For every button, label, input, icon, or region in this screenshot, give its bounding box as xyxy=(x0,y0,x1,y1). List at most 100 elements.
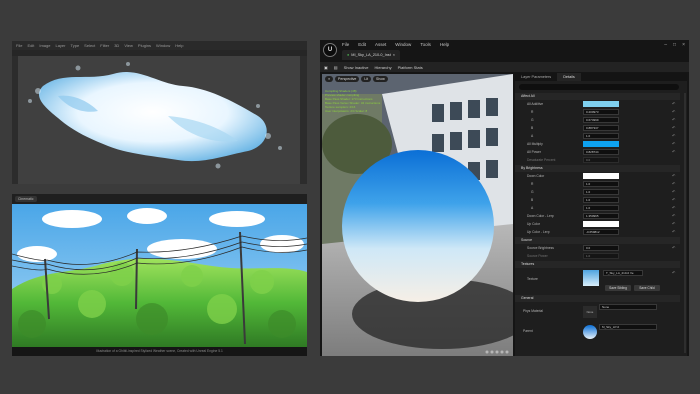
menu-asset[interactable]: Asset xyxy=(375,42,386,47)
category-affect-all[interactable]: Affect All xyxy=(515,93,680,100)
tab-details[interactable]: Details xyxy=(557,73,581,81)
up-color-swatch[interactable] xyxy=(583,221,619,227)
param-label: Source Power xyxy=(527,254,548,258)
reset-icon[interactable]: ↶ xyxy=(672,101,675,106)
value-field[interactable]: 1.0 xyxy=(583,133,619,139)
category-general[interactable]: General xyxy=(515,295,680,302)
menu-item[interactable]: Filter xyxy=(100,43,109,48)
reset-icon[interactable]: ↶ xyxy=(672,205,675,210)
reset-icon[interactable]: ↶ xyxy=(672,270,675,275)
menu-item[interactable]: Window xyxy=(156,43,170,48)
title-bar: U File Edit Asset Window Tools Help ● MI… xyxy=(320,40,689,62)
save-icon[interactable]: ▣ xyxy=(324,65,328,70)
browse-icon[interactable]: ▤ xyxy=(334,65,338,70)
menu-edit[interactable]: Edit xyxy=(358,42,366,47)
value-field[interactable]: -0.659812 xyxy=(583,229,619,235)
menu-file[interactable]: File xyxy=(342,42,349,47)
phys-material-dropdown[interactable]: None xyxy=(599,304,657,310)
menu-item[interactable]: View xyxy=(124,43,133,48)
hierarchy-button[interactable]: Hierarchy xyxy=(374,65,391,70)
platform-stats-button[interactable]: Platform Stats xyxy=(398,65,423,70)
param-a: A 1.0 ↶ xyxy=(515,204,677,212)
reset-icon[interactable]: ↶ xyxy=(672,149,675,154)
menu-item[interactable]: Layer xyxy=(55,43,65,48)
multiply-color-swatch[interactable] xyxy=(583,141,619,147)
value-field[interactable]: 0.0 xyxy=(583,157,619,163)
reset-icon[interactable]: ↶ xyxy=(672,213,675,218)
reset-icon[interactable]: ↶ xyxy=(672,197,675,202)
menu-item[interactable]: 3D xyxy=(114,43,119,48)
category-textures[interactable]: Textures xyxy=(515,261,680,268)
param-label: All Power xyxy=(527,150,541,154)
texture-thumbnail[interactable] xyxy=(583,270,599,286)
param-b: B 1.0 ↶ xyxy=(515,196,677,204)
parent-asset-field[interactable]: M_Sky_LP-0 xyxy=(599,324,657,330)
reset-icon[interactable]: ↶ xyxy=(672,141,675,146)
minimize-icon[interactable]: – xyxy=(664,42,667,48)
menu-item[interactable]: File xyxy=(16,43,22,48)
value-field[interactable]: 1.0 xyxy=(583,181,619,187)
layers-panel[interactable] xyxy=(300,56,307,184)
param-down-color: Down Color ↶ xyxy=(515,172,677,180)
reset-icon[interactable]: ↶ xyxy=(672,117,675,122)
value-field[interactable]: 0.674999 xyxy=(583,117,619,123)
value-field[interactable]: 1.0 xyxy=(583,253,619,259)
lit-button[interactable]: Lit xyxy=(361,76,372,82)
menu-item[interactable]: Plugins xyxy=(138,43,151,48)
cinematic-button[interactable]: Cinematic xyxy=(15,196,37,202)
document-tab[interactable]: ● MI_Sky_LA_210-0_Inst × xyxy=(342,50,400,60)
value-field[interactable]: 0.828744 xyxy=(583,149,619,155)
value-field[interactable]: 1.0 xyxy=(583,205,619,211)
save-sibling-button[interactable]: Save Sibling xyxy=(605,285,631,291)
menu-help[interactable]: Help xyxy=(440,42,449,47)
reset-icon[interactable]: ↶ xyxy=(672,133,675,138)
reset-icon[interactable]: ↶ xyxy=(672,189,675,194)
value-field[interactable]: 0.887337 xyxy=(583,125,619,131)
reset-icon[interactable]: ↶ xyxy=(672,221,675,226)
material-preview-viewport[interactable]: ≡ Perspective Lit Show Compiling Shaders… xyxy=(322,74,513,356)
close-icon[interactable]: × xyxy=(393,53,395,57)
texture-asset-field[interactable]: T_Sky_LA_210-0 Ve xyxy=(603,270,643,276)
maximize-icon[interactable]: □ xyxy=(673,42,676,48)
show-button[interactable]: Show xyxy=(373,76,388,82)
reset-icon[interactable]: ↶ xyxy=(672,109,675,114)
menu-item[interactable]: Image xyxy=(39,43,50,48)
down-color-swatch[interactable] xyxy=(583,173,619,179)
value-field[interactable]: 1.0 xyxy=(583,189,619,195)
image-canvas[interactable] xyxy=(18,56,300,184)
reset-icon[interactable]: ↶ xyxy=(672,125,675,130)
menu-tools[interactable]: Tools xyxy=(420,42,431,47)
value-field[interactable]: 1.350965 xyxy=(583,213,619,219)
phys-material-thumbnail[interactable]: None xyxy=(583,306,597,318)
reset-icon[interactable]: ↶ xyxy=(672,181,675,186)
close-window-icon[interactable]: × xyxy=(682,42,685,48)
menu-item[interactable]: Select xyxy=(84,43,95,48)
engine-logo-icon[interactable]: U xyxy=(323,43,337,57)
parent-sphere-thumbnail[interactable] xyxy=(583,325,597,339)
show-inactive-button[interactable]: Show Inactive xyxy=(344,65,369,70)
perspective-button[interactable]: Perspective xyxy=(335,76,360,82)
reset-icon[interactable]: ↶ xyxy=(672,229,675,234)
viewport-menu-icon[interactable]: ≡ xyxy=(325,76,334,82)
value-field[interactable]: 1.0 xyxy=(583,197,619,203)
details-search-input[interactable] xyxy=(519,84,679,90)
param-a: A 1.0 ↶ xyxy=(515,132,677,140)
value-field[interactable]: 0.200973 xyxy=(583,109,619,115)
tab-layer-parameters[interactable]: Layer Parameters xyxy=(515,73,557,81)
viewport-toolbar: Cinematic xyxy=(12,194,307,204)
reset-icon[interactable]: ↶ xyxy=(672,173,675,178)
additive-color-swatch[interactable] xyxy=(583,101,619,107)
preview-scene xyxy=(322,74,513,356)
reset-icon[interactable]: ↶ xyxy=(672,245,675,250)
menu-window[interactable]: Window xyxy=(395,42,411,47)
menu-item[interactable]: Help xyxy=(175,43,183,48)
category-by-brightness[interactable]: By Brightness xyxy=(515,165,680,172)
document-tab-label: MI_Sky_LA_210-0_Inst xyxy=(351,53,391,57)
value-field[interactable]: 0.0 xyxy=(583,245,619,251)
menu-item[interactable]: Type xyxy=(71,43,80,48)
menu-item[interactable]: Edit xyxy=(27,43,34,48)
details-scrollbar[interactable] xyxy=(684,93,686,353)
param-label: Up Color xyxy=(527,222,541,226)
save-child-button[interactable]: Save Child xyxy=(634,285,660,291)
category-source[interactable]: Source xyxy=(515,237,680,244)
